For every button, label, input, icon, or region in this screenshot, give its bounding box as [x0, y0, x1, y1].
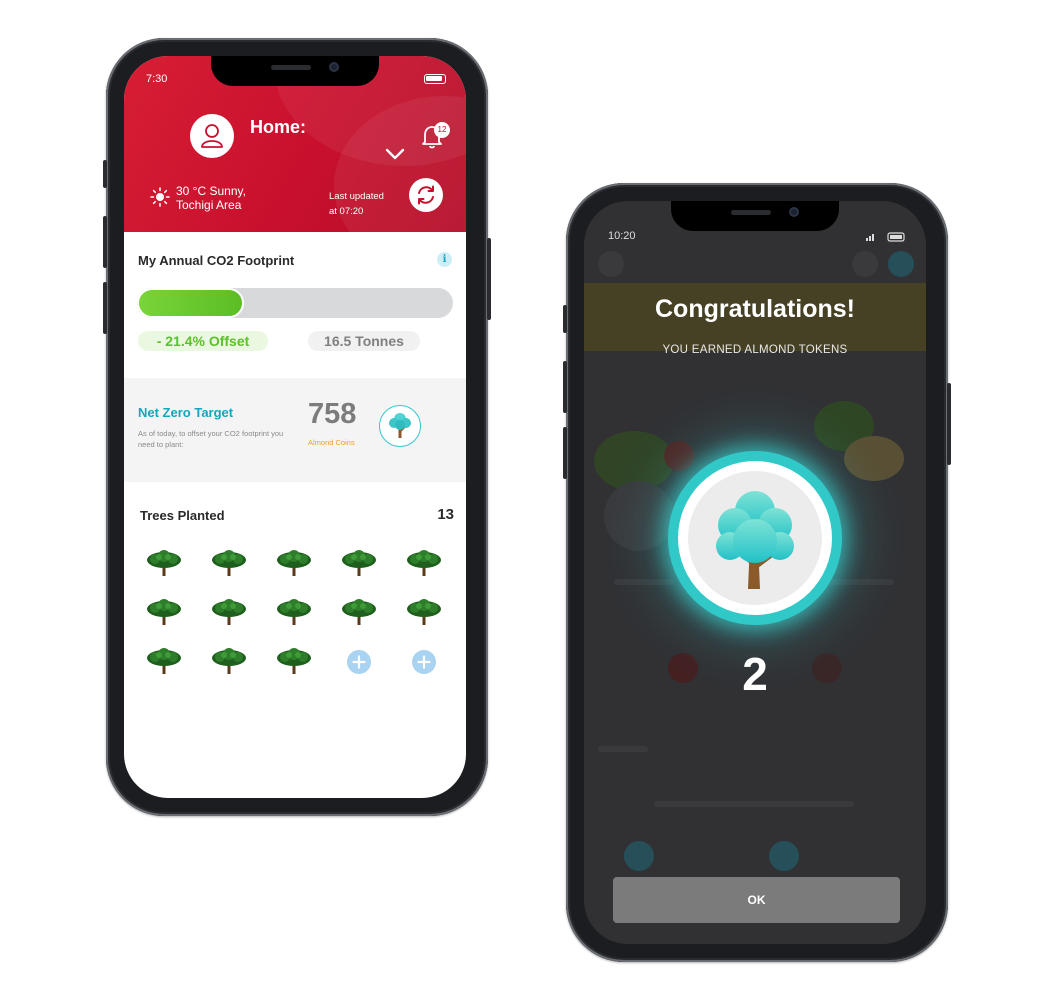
token-badge [668, 451, 842, 625]
speaker [731, 210, 771, 215]
net-zero-card: Net Zero Target As of today, to offset y… [124, 378, 466, 482]
status-time: 7:30 [146, 73, 168, 85]
notch [671, 201, 839, 231]
tree-icon [339, 597, 379, 627]
tree-icon [404, 597, 444, 627]
volume-down-button [103, 282, 107, 334]
tree-icon [144, 646, 184, 676]
last-updated: Last updated at 07:20 [329, 189, 384, 219]
footprint-progress-bar [137, 288, 453, 318]
offset-badge: - 21.4% Offset [138, 331, 268, 351]
notch [211, 56, 379, 86]
refresh-icon [418, 185, 434, 205]
status-time: 10:20 [608, 230, 636, 242]
mute-switch [103, 160, 107, 188]
tree-icon [209, 548, 249, 578]
tree-icon [389, 413, 411, 438]
info-icon[interactable]: i [437, 252, 452, 267]
tree-icon [209, 597, 249, 627]
page-title: Home: [250, 117, 307, 137]
home-screen: 7:30 Home: 12 30 °C Sunny, Tochigi Area … [124, 56, 466, 798]
power-button [487, 238, 491, 320]
tree-icon [274, 597, 314, 627]
weather-location: Tochigi Area [176, 198, 242, 212]
avatar[interactable] [190, 114, 234, 158]
mute-switch [563, 305, 567, 333]
tree-icon [209, 646, 249, 676]
speaker [271, 65, 311, 70]
user-icon [201, 124, 223, 148]
signal-battery-icon [866, 232, 905, 242]
almond-coins-label: Almond Coins [308, 438, 355, 447]
tree-icon [404, 548, 444, 578]
almond-coins-value: 758 [308, 398, 357, 430]
volume-up-button [563, 361, 567, 413]
refresh-button[interactable] [409, 178, 443, 212]
sun-icon [150, 187, 170, 207]
net-zero-title: Net Zero Target [138, 405, 234, 420]
phone-frame-left: 7:30 Home: 12 30 °C Sunny, Tochigi Area … [103, 38, 491, 816]
trees-planted-card: Trees Planted 13 [124, 482, 466, 692]
volume-up-button [103, 216, 107, 268]
power-button [947, 383, 951, 465]
plus-icon [352, 655, 366, 669]
plus-icon [417, 655, 431, 669]
last-updated-time: at 07:20 [329, 206, 364, 217]
chevron-down-icon[interactable] [384, 146, 406, 162]
almond-coin-badge[interactable] [379, 405, 421, 447]
reward-subtitle: YOU EARNED ALMOND TOKENS [662, 344, 848, 356]
front-camera [329, 62, 339, 72]
reward-screen: 10:20 Congratulations! YOU EARNED ALMOND… [584, 201, 926, 944]
notification-badge: 12 [434, 122, 450, 138]
weather-temp: 30 °C Sunny, [176, 184, 246, 198]
add-tree-button[interactable] [347, 650, 371, 674]
phone-frame-right: 10:20 Congratulations! YOU EARNED ALMOND… [563, 183, 951, 962]
battery-icon [424, 74, 446, 84]
weather-info: 30 °C Sunny, Tochigi Area [176, 184, 246, 212]
footprint-card: My Annual CO2 Footprint i - 21.4% Offset… [124, 232, 466, 378]
tonnes-badge: 16.5 Tonnes [308, 331, 420, 351]
token-count: 2 [742, 648, 768, 700]
net-zero-description: As of today, to offset your CO2 footprin… [138, 429, 284, 449]
footprint-progress-fill [137, 288, 245, 318]
congrats-title: Congratulations! [655, 295, 855, 323]
front-camera [789, 207, 799, 217]
tree-icon [144, 548, 184, 578]
tree-icon [144, 597, 184, 627]
tree-icon [274, 646, 314, 676]
add-tree-button[interactable] [412, 650, 436, 674]
footprint-title: My Annual CO2 Footprint [138, 253, 295, 268]
trees-planted-title: Trees Planted [140, 508, 225, 523]
tree-icon [274, 548, 314, 578]
tree-icon [716, 491, 794, 589]
last-updated-label: Last updated [329, 191, 384, 202]
trees-planted-count: 13 [437, 506, 454, 523]
tree-icon [339, 548, 379, 578]
ok-button[interactable]: OK [613, 877, 900, 923]
volume-down-button [563, 427, 567, 479]
